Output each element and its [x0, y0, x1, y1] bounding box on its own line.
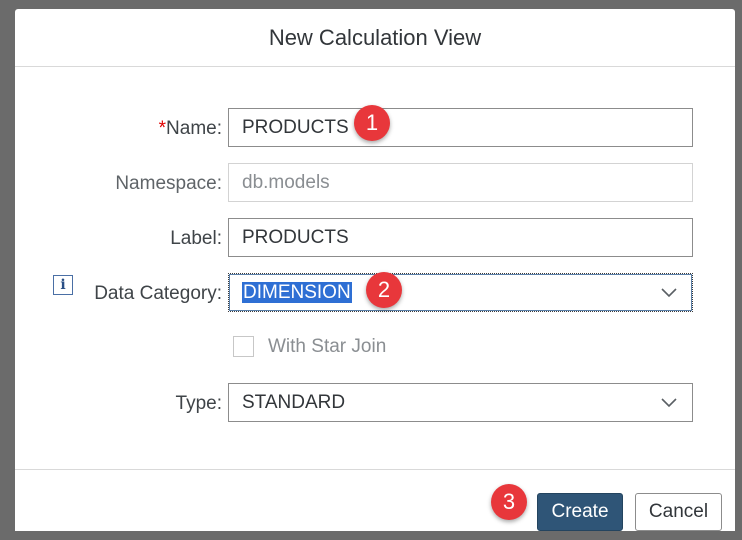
label-input[interactable]: PRODUCTS — [228, 218, 693, 257]
new-calculation-view-dialog: New Calculation View *Name: PRODUCTS Nam… — [15, 9, 735, 531]
star-join-label: With Star Join — [268, 336, 387, 357]
chevron-down-icon — [661, 398, 677, 408]
step-3-badge: 3 — [491, 484, 527, 520]
type-value: STANDARD — [242, 392, 346, 413]
data-category-value: DIMENSION — [242, 282, 352, 303]
type-select[interactable]: STANDARD — [228, 383, 693, 422]
chevron-down-icon — [661, 288, 677, 298]
name-input[interactable]: PRODUCTS — [228, 108, 693, 147]
step-2-badge: 2 — [366, 272, 402, 308]
namespace-input[interactable]: db.models — [228, 163, 693, 202]
name-label-text: Name: — [166, 118, 222, 139]
star-join-checkbox[interactable] — [233, 336, 254, 357]
dialog-footer: Create Cancel — [15, 469, 735, 531]
step-1-badge: 1 — [354, 105, 390, 141]
namespace-label: Namespace: — [115, 173, 222, 194]
required-marker: * — [158, 118, 167, 139]
info-icon[interactable]: i — [53, 275, 73, 295]
data-category-select[interactable]: DIMENSION — [228, 273, 693, 312]
create-button[interactable]: Create — [537, 493, 623, 531]
dialog-title: New Calculation View — [15, 9, 735, 67]
label-label: Label: — [170, 228, 222, 249]
data-category-label: Data Category: — [94, 283, 222, 304]
type-label: Type: — [175, 393, 222, 414]
name-label: *Name: — [159, 118, 222, 140]
cancel-button[interactable]: Cancel — [635, 493, 722, 531]
